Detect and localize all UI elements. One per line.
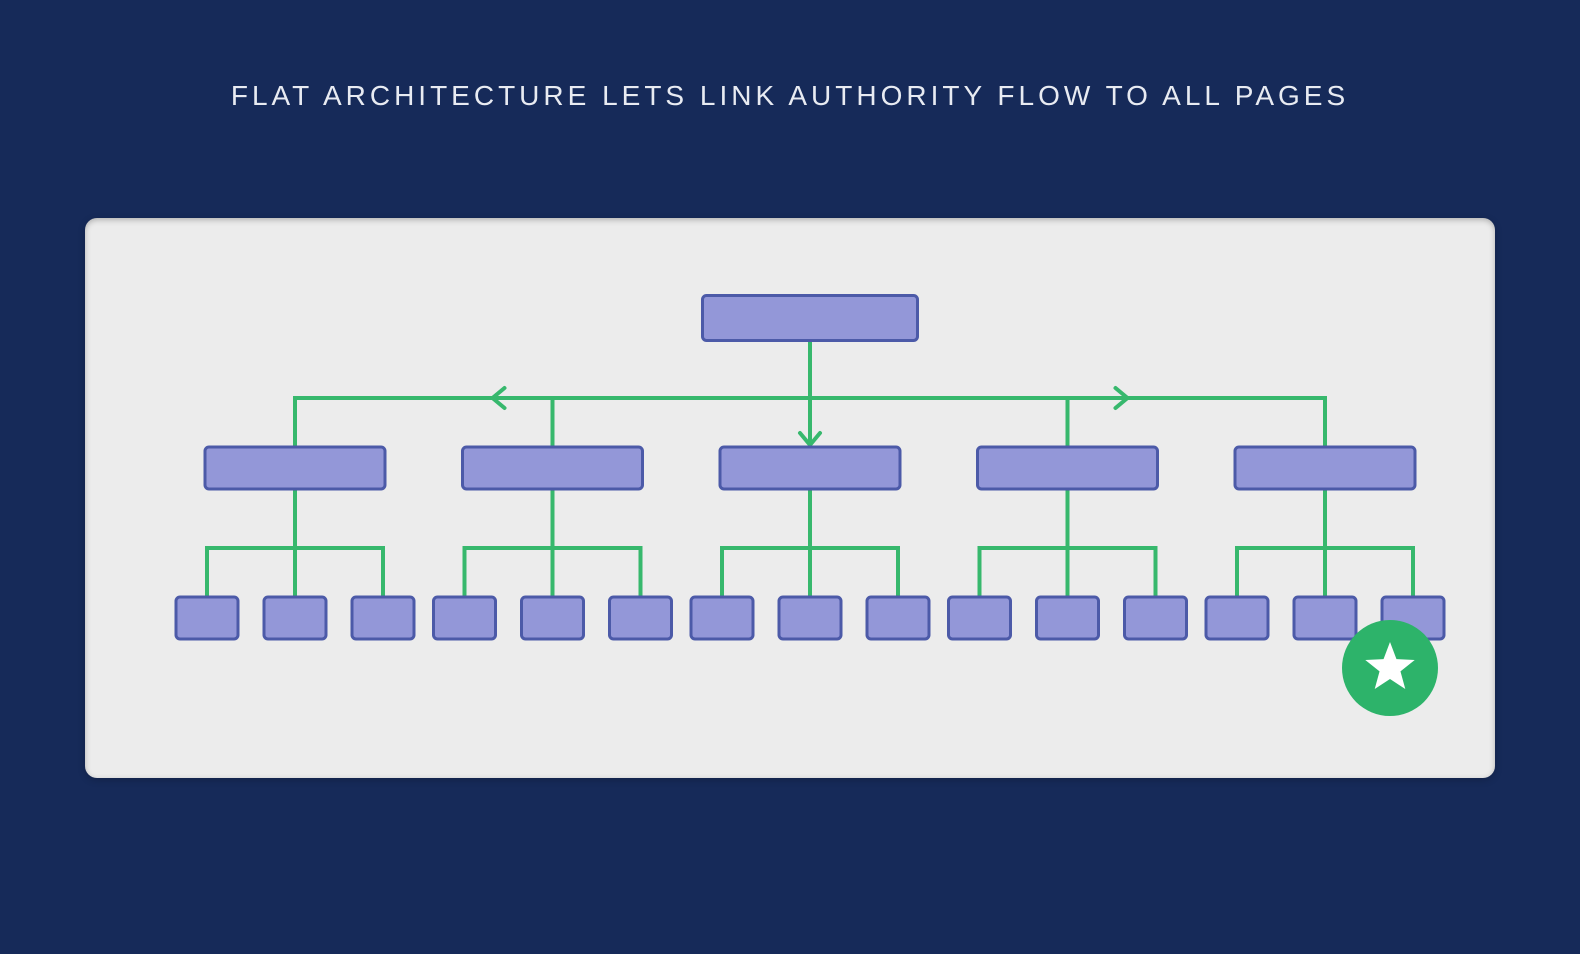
node-level2-1-0 (434, 597, 496, 639)
node-level2-4-0 (1206, 597, 1268, 639)
node-level1-1 (463, 447, 643, 489)
node-level1-2 (720, 447, 900, 489)
node-level2-0-0 (176, 597, 238, 639)
hierarchy-diagram (85, 218, 1495, 778)
diagram-canvas (85, 218, 1495, 778)
node-level2-1-2 (610, 597, 672, 639)
node-level2-0-2 (352, 597, 414, 639)
diagram-title: FLAT ARCHITECTURE LETS LINK AUTHORITY FL… (0, 80, 1580, 112)
node-level2-3-2 (1125, 597, 1187, 639)
node-level2-3-1 (1037, 597, 1099, 639)
node-level2-4-1 (1294, 597, 1356, 639)
node-level2-0-1 (264, 597, 326, 639)
node-level2-3-0 (949, 597, 1011, 639)
node-root (703, 296, 918, 341)
node-level2-2-2 (867, 597, 929, 639)
node-level2-1-1 (522, 597, 584, 639)
node-level1-4 (1235, 447, 1415, 489)
node-level2-2-0 (691, 597, 753, 639)
node-level1-3 (978, 447, 1158, 489)
node-level1-0 (205, 447, 385, 489)
node-level2-2-1 (779, 597, 841, 639)
